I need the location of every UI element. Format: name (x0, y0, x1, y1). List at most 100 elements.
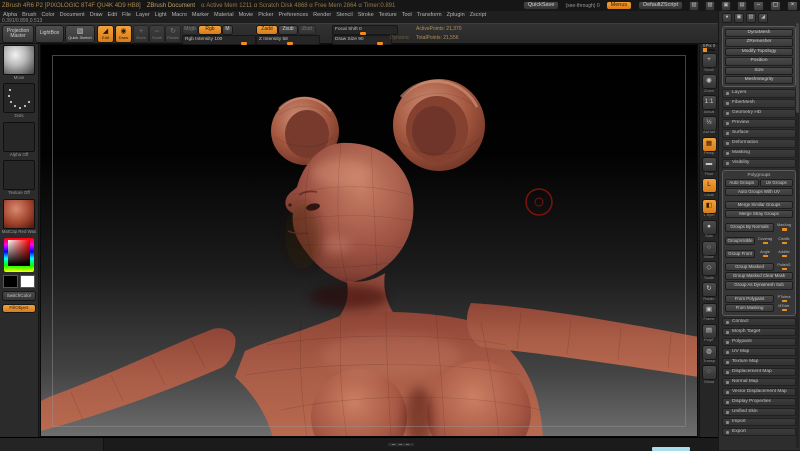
right-shelf-button[interactable]: ▤ (702, 324, 717, 339)
tool-section-header[interactable]: Surface (722, 129, 796, 137)
see-through-slider[interactable]: (see-through) 0 (565, 3, 599, 9)
tool-panel-scrollbar[interactable] (796, 23, 799, 448)
zcut-button[interactable]: Zcut (298, 25, 316, 35)
auto-groups-with-uv-button[interactable]: Auto Groups With UV (725, 188, 793, 196)
right-shelf-button[interactable]: ½ (702, 116, 717, 131)
right-shelf-button[interactable]: ● (702, 220, 717, 235)
menu-item[interactable]: Preferences (279, 12, 309, 18)
edit-button[interactable]: ◢ Edit (97, 25, 114, 43)
spix-track[interactable] (703, 49, 715, 51)
tool-section-header[interactable]: Morph Target (722, 328, 796, 336)
tool-section-header[interactable]: Geometry HD (722, 109, 796, 117)
menu-item[interactable]: Document (60, 12, 85, 18)
maximize-button[interactable]: ▢ (770, 1, 781, 11)
menu-item[interactable]: Color (41, 12, 54, 18)
switch-color-button[interactable]: SwitchColor (2, 291, 36, 301)
current-texture-thumbnail[interactable] (3, 160, 35, 190)
menu-item[interactable]: Light (155, 12, 167, 18)
zsub-button[interactable]: Zsub (278, 25, 298, 35)
menu-item[interactable]: Marker (192, 12, 209, 18)
polish-slider[interactable]: PolishG (775, 263, 793, 271)
current-alpha-thumbnail[interactable] (3, 122, 35, 152)
right-shelf-button[interactable]: ▦ (702, 137, 717, 152)
menu-item[interactable]: Edit (108, 12, 117, 18)
close-button[interactable]: × (787, 1, 798, 11)
tool-flyout-item[interactable]: DynaMesh (725, 29, 793, 37)
tool-section-header[interactable]: Import (722, 418, 796, 426)
group-as-dynamesh-sub-button[interactable]: Group As Dynamesh Sub (725, 281, 793, 289)
bottom-tray-divider-handle[interactable] (388, 443, 414, 446)
from-masking-button[interactable]: From Masking (725, 304, 774, 312)
groups-by-normals-button[interactable]: Groups By Normals (725, 223, 774, 231)
rotate-button[interactable]: ↻ Rotate (165, 25, 181, 43)
group-masked-clear-mask-button[interactable]: Group Masked Clear Mask (725, 272, 793, 280)
tool-section-header[interactable]: Export (722, 428, 796, 436)
main-color-swatch[interactable] (3, 275, 18, 288)
menus-button[interactable]: Menus (606, 1, 633, 11)
tool-section-header[interactable]: Vector Displacement Map (722, 388, 796, 396)
draw-button[interactable]: ◉ Draw (115, 25, 132, 43)
dynamic-toggle[interactable]: Dynamic (390, 36, 409, 41)
right-shelf-button[interactable]: + (702, 53, 717, 68)
tool-section-header[interactable]: Display Properties (722, 398, 796, 406)
tool-section-header[interactable]: Normal Map (722, 378, 796, 386)
cluster-slider[interactable]: ClstrBr (775, 237, 793, 245)
tool-section-header[interactable]: Layers (722, 89, 796, 97)
fill-object-button[interactable]: FillObject (2, 304, 36, 314)
tool-section-header[interactable]: FiberMesh (722, 99, 796, 107)
color-picker[interactable] (4, 238, 34, 272)
tool-pen-icon[interactable]: ◢ (758, 13, 768, 23)
tool-flyout-item[interactable]: Size (725, 67, 793, 75)
move-button[interactable]: + Move (133, 25, 149, 43)
menu-item[interactable]: Texture (379, 12, 397, 18)
menu-item[interactable]: Macro (172, 12, 187, 18)
coverage-slider[interactable]: Coverag (756, 237, 774, 245)
group-front-button[interactable]: Group Front (725, 250, 755, 258)
quick-sketch-button[interactable]: ▧ Quick Sketch (65, 25, 95, 43)
minimize-button[interactable]: – (753, 1, 764, 11)
quicksave-button[interactable]: QuickSave (523, 1, 560, 11)
secondary-color-swatch[interactable] (20, 275, 35, 288)
right-shelf-button[interactable]: ◌ (702, 365, 717, 380)
tool-section-header[interactable]: Deformation (722, 139, 796, 147)
merge-similar-groups-button[interactable]: Merge Similar Groups (725, 201, 793, 209)
maxang-slider[interactable]: MaxAng (775, 223, 793, 231)
tool-section-header[interactable]: Unified Skin (722, 408, 796, 416)
scale-button[interactable]: ⇔ Scale (149, 25, 165, 43)
auto-groups-button[interactable]: Auto Groups (725, 179, 759, 187)
tool-section-header[interactable]: Polypaint (722, 338, 796, 346)
current-brush-thumbnail[interactable] (3, 45, 35, 75)
right-shelf-button[interactable]: ◧ (702, 199, 717, 214)
default-zscript-button[interactable]: DefaultZScript (638, 1, 683, 11)
uv-groups-button[interactable]: Uv Groups (760, 179, 794, 187)
m-button[interactable]: M (222, 25, 233, 35)
tool-section-header[interactable]: Displacement Map (722, 368, 796, 376)
menu-item[interactable]: Render (313, 12, 331, 18)
menu-item[interactable]: Alpha (3, 12, 17, 18)
mrgb-button[interactable]: Mrgb (182, 25, 198, 35)
right-shelf-button[interactable]: L (702, 178, 717, 193)
mtolerance-slider[interactable]: MToler (775, 304, 793, 312)
menu-item[interactable]: Draw (90, 12, 103, 18)
rgb-button[interactable]: Rgb (198, 25, 222, 35)
menu-item[interactable]: Stroke (358, 12, 374, 18)
menu-item[interactable]: Zscript (470, 12, 487, 18)
tool-brush-icon[interactable]: ▧ (746, 13, 756, 23)
menu-item[interactable]: Brush (22, 12, 36, 18)
menu-item[interactable]: Zplugin (447, 12, 465, 18)
right-shelf-button[interactable]: 1:1 (702, 95, 717, 110)
tool-doc-icon[interactable]: ▣ (734, 13, 744, 23)
menu-item[interactable]: Layer (136, 12, 150, 18)
menu-item[interactable]: Picker (258, 12, 273, 18)
brush-icon[interactable]: ▧ (705, 1, 715, 11)
angle-slider[interactable]: Angle (756, 250, 774, 258)
menu-item[interactable]: Stencil (336, 12, 353, 18)
tool-flyout-item[interactable]: ZRemesher (725, 38, 793, 46)
right-shelf-button[interactable]: ◇ (702, 261, 717, 276)
lightbox-button[interactable]: LightBox (35, 25, 64, 43)
tool-section-header[interactable]: Contact (722, 318, 796, 326)
document-icon[interactable]: ▣ (721, 1, 731, 11)
ptolerance-slider[interactable]: PTolera (775, 295, 793, 303)
current-stroke-thumbnail[interactable] (3, 83, 35, 113)
additive-toggle[interactable]: Additiv (775, 250, 793, 258)
